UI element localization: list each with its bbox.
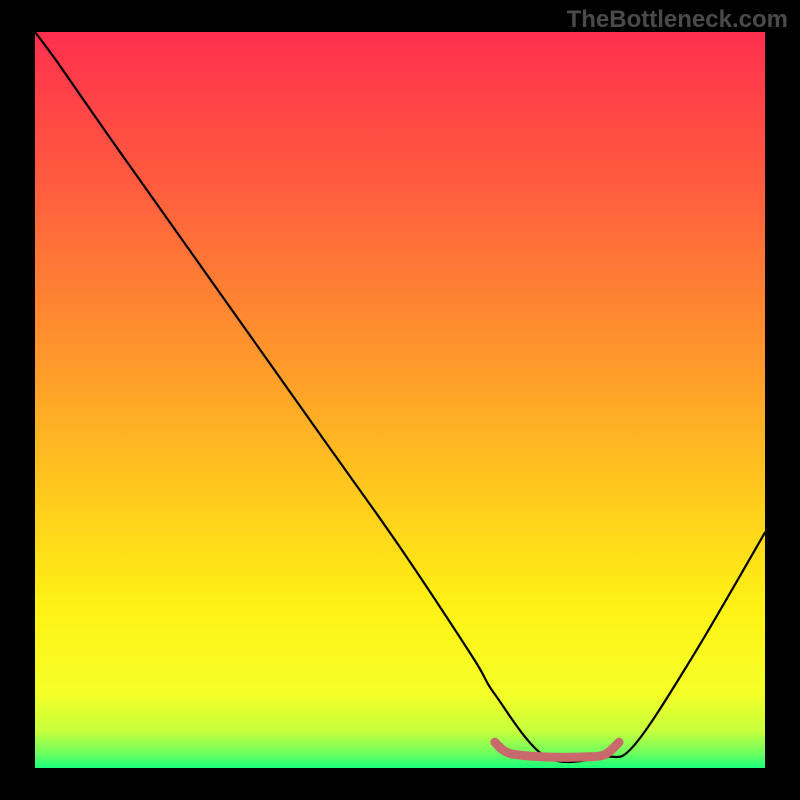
optimal-region-marker [495,742,619,757]
chart-container: TheBottleneck.com [0,0,800,800]
watermark-label: TheBottleneck.com [567,6,788,34]
plot-area [35,32,765,768]
curve-layer [35,32,765,768]
bottleneck-curve [35,32,765,762]
